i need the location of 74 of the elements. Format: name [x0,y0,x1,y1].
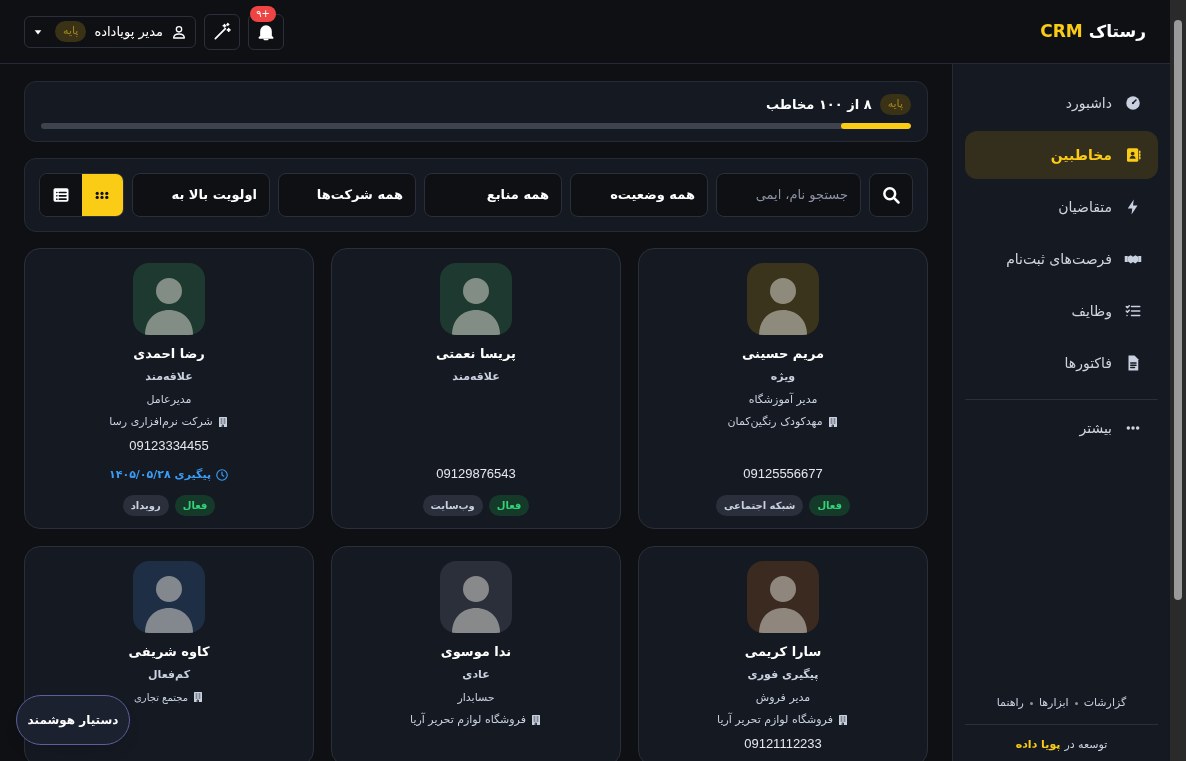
footer-link[interactable]: ابزارها [1038,695,1069,712]
assistant-button[interactable]: دستیار هوشمند [16,695,130,745]
search-icon [881,184,901,205]
filter-dropdown[interactable]: همه منابع [424,172,562,217]
user-menu-button[interactable]: مدیر پویاداده پایه [24,15,196,48]
contact-name: سارا کریمی [744,642,822,661]
contact-category: ویژه [770,369,796,385]
more-menu-item[interactable]: بیشتر [965,404,1158,452]
sidebar-item[interactable]: مخاطبین [965,131,1158,179]
phone-number: 09121112233 [744,734,822,753]
sidebar-item[interactable]: داشبورد [965,79,1158,127]
user-icon [171,23,187,40]
magic-wand-icon [212,21,232,42]
followup-date: پیگیری ۱۴۰۵/۰۵/۲۸ [109,467,211,483]
more-dots-icon [1126,426,1140,430]
filter-dropdown[interactable]: همه شرکت‌ها [278,172,416,217]
list-view-button[interactable] [40,173,82,216]
gauge-icon [1124,94,1142,112]
company-name: فروشگاه لوازم تحریر آریا [717,712,833,728]
contact-name: ندا موسوی [440,642,512,661]
sidebar-item[interactable]: وظایف [965,287,1158,335]
company-name: فروشگاه لوازم تحریر آریا [410,712,526,728]
contact-category: پیگیری فوری [747,667,819,683]
notification-badge: +۹ [250,5,276,22]
search-field[interactable]: جستجو نام، ایمی [716,172,861,217]
company-name: شرکت نرم‌افزاری رسا [109,414,213,430]
building-icon [826,416,839,429]
contact-job-title: مدیرعامل [146,391,192,408]
company-name: مجتمع تجاری [133,690,189,705]
contact-job-title: مدیر فروش [755,689,811,706]
plan-badge: پایه [55,21,87,42]
contact-category: علاقه‌مند [452,369,500,385]
status-tag: فعال [488,494,530,516]
filter-dropdown[interactable]: اولویت بالا به [132,172,270,217]
contact-job-title: حسابدار [457,689,495,706]
contact-category: کم‌فعال [147,667,191,683]
usage-count: ۸ از ۱۰۰ مخاطب [766,95,872,114]
contact-category: علاقه‌مند [145,369,193,385]
phone-number: 09129876543 [436,465,516,483]
magic-wand-button[interactable] [204,13,240,50]
contact-name: مریم حسینی [741,344,825,363]
clock-icon [215,468,229,483]
credit-link[interactable]: پویا داده [1015,736,1061,753]
status-tag: فعال [809,494,850,516]
contact-name: پریسا نعمتی [436,344,516,363]
source-tag: رویداد [122,494,169,516]
user-name: مدیر پویاداده [94,22,163,42]
filter-dropdown[interactable]: همه وضعیت‌ه [570,172,708,217]
grid-view-button[interactable] [81,173,123,216]
footer-link[interactable]: گزارشات [1083,695,1127,712]
contact-book-icon [1124,146,1142,164]
credit-text: توسعه در [1064,736,1108,753]
building-icon [836,714,849,727]
company-name: مهدکودک رنگین‌کمان [727,414,823,430]
footer-link[interactable]: راهنما [996,695,1024,712]
plan-badge: پایه [879,94,911,115]
scrollbar[interactable] [1170,0,1186,761]
phone-number: 09123334455 [129,436,209,455]
phone-number: 09125556677 [743,465,823,483]
status-tag: فعال [174,494,216,516]
sidebar-item[interactable]: فرصت‌های ثبت‌نام [965,235,1158,283]
search-button[interactable] [869,172,913,217]
contact-card[interactable]: ندا موسوی عادی حسابدار فروشگاه لوازم تحریر آریا [331,545,621,761]
contact-name: رضا احمدی [133,344,205,363]
sidebar-item[interactable]: متقاضیان [965,183,1158,231]
source-tag: وب‌سایت [422,494,483,516]
sidebar-item[interactable]: فاکتورها [965,339,1158,387]
building-icon [192,691,205,703]
contact-name: کاوه شریفی [128,642,210,661]
building-icon [529,714,542,727]
source-tag: شبکه اجتماعی [716,494,804,516]
building-icon [216,416,229,429]
contact-category: عادی [462,667,490,683]
contact-job-title: مدیر آموزشگاه [748,391,818,408]
